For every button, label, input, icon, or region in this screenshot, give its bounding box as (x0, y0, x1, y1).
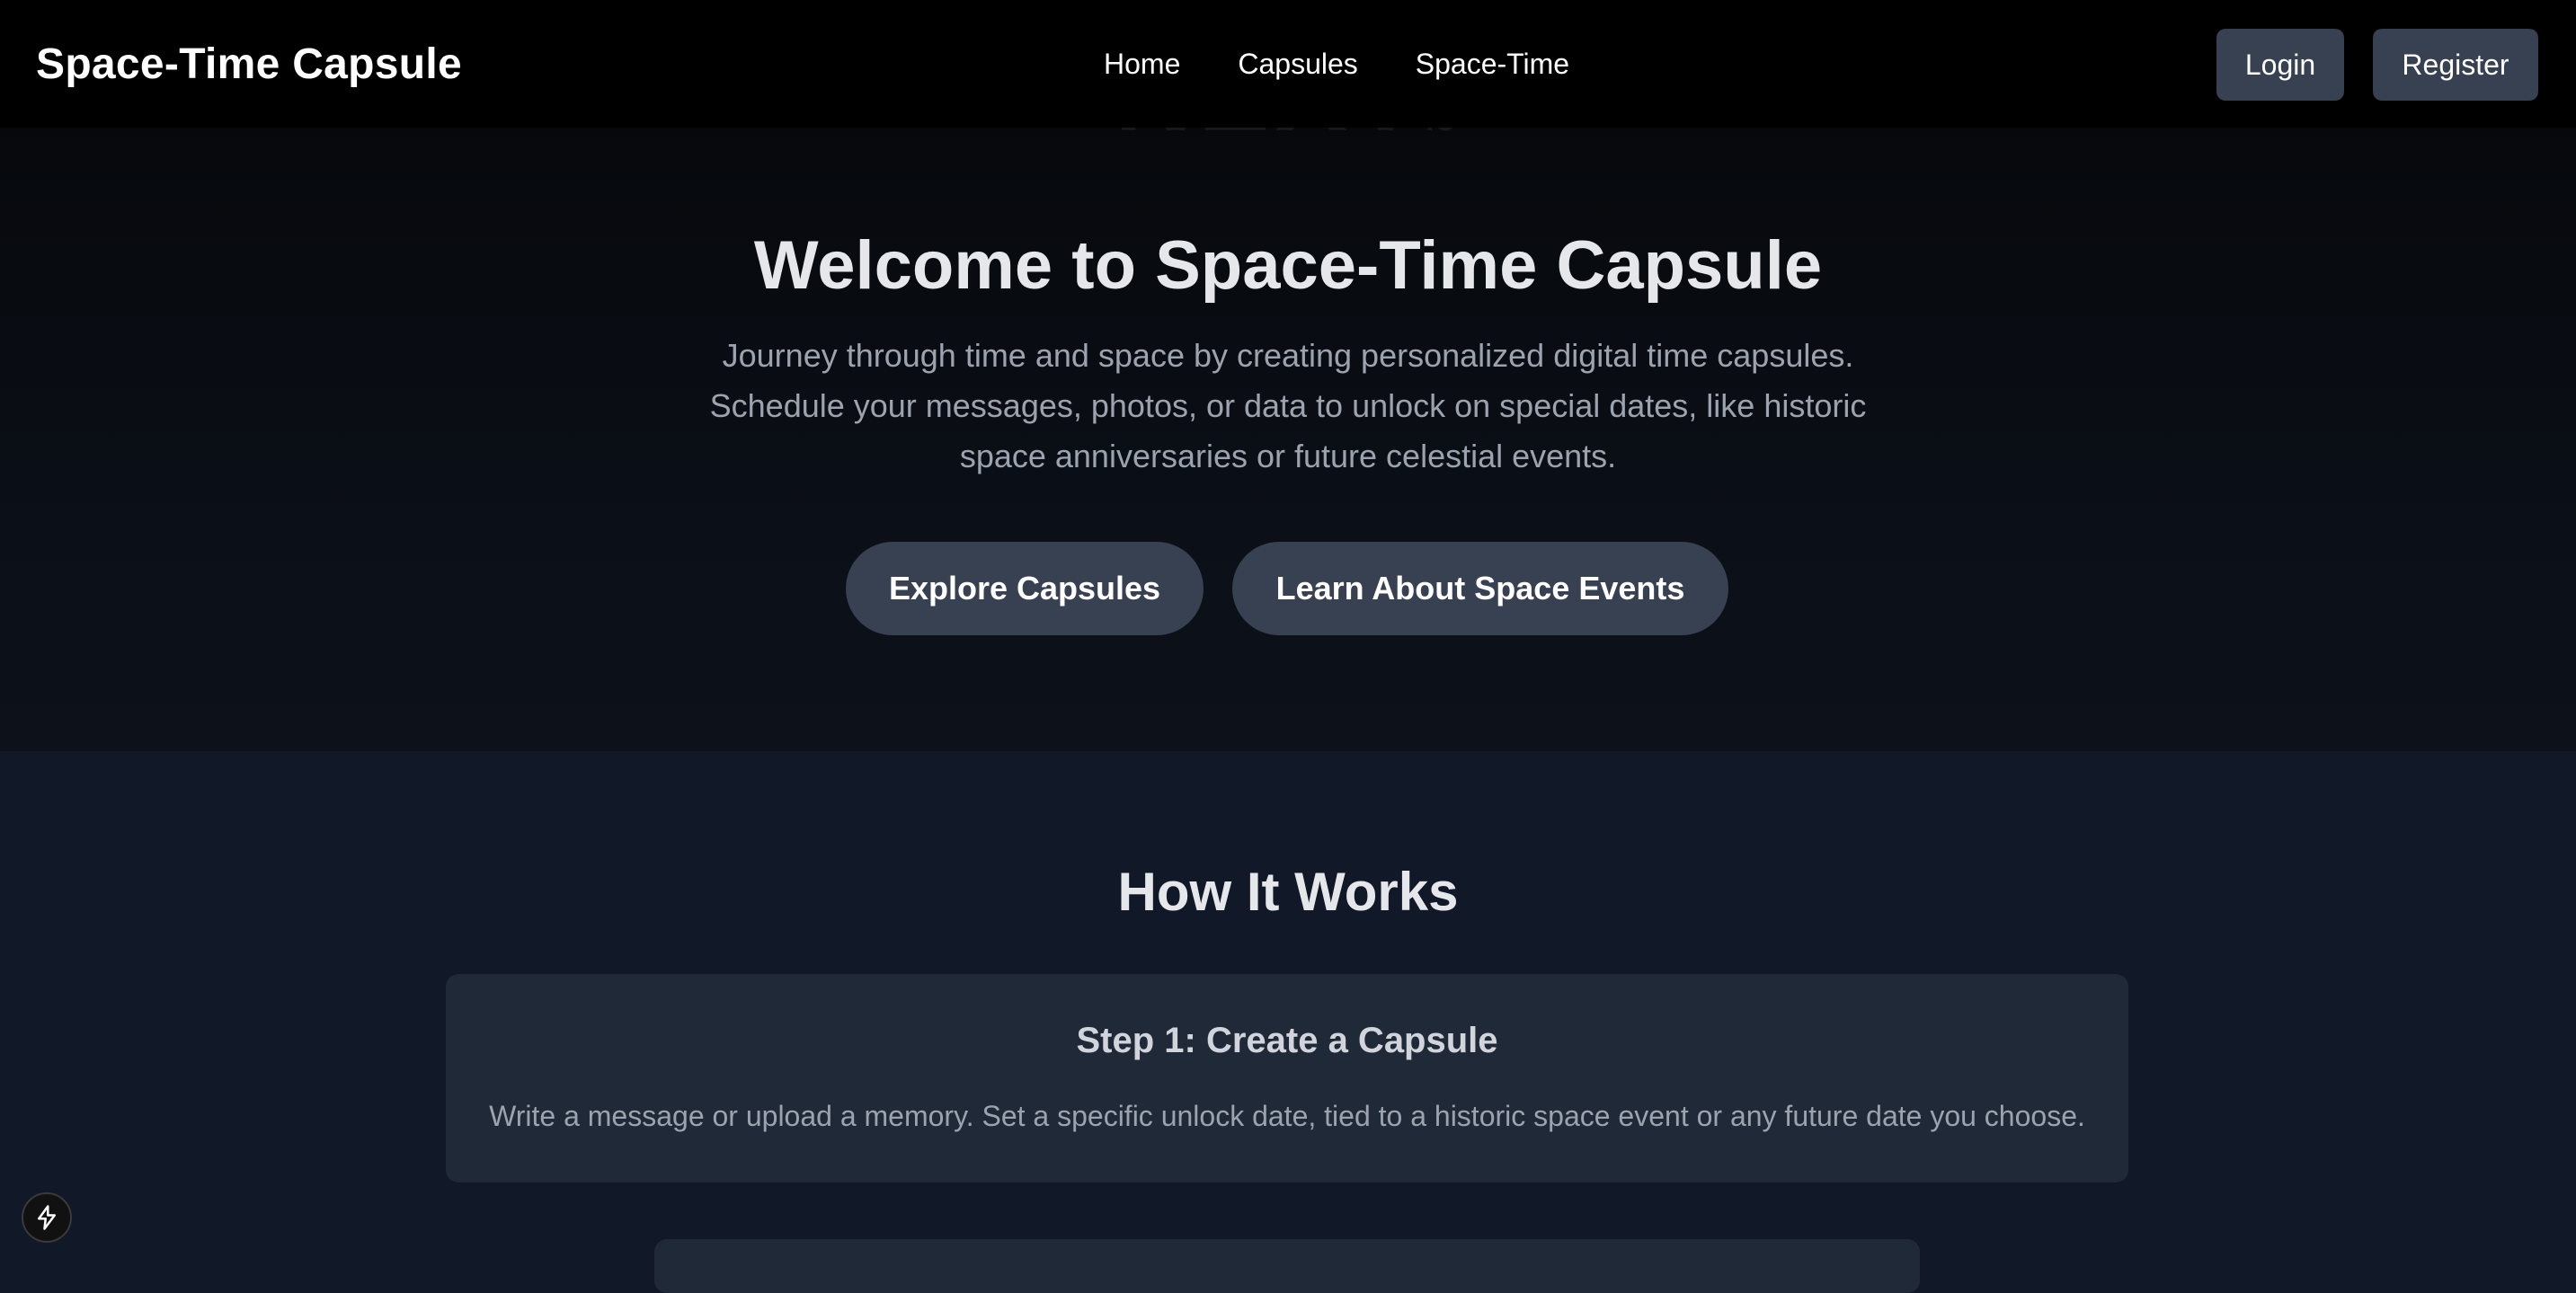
how-it-works-section: How It Works Step 1: Create a Capsule Wr… (0, 751, 2576, 1293)
step-title: Step 1: Create a Capsule (1076, 1021, 1498, 1060)
step-card: Step 1: Create a Capsule Write a message… (446, 974, 2128, 1182)
lightning-bolt-icon (33, 1204, 60, 1231)
auth-buttons: Login Register (2216, 29, 2538, 101)
login-button[interactable]: Login (2216, 29, 2344, 101)
nav-link-space-time[interactable]: Space-Time (1416, 48, 1569, 81)
learn-space-events-button[interactable]: Learn About Space Events (1232, 542, 1728, 635)
hero-cta-group: Explore Capsules Learn About Space Event… (846, 542, 1728, 635)
step-card-next (654, 1239, 1920, 1293)
dev-tools-badge[interactable] (22, 1192, 72, 1243)
explore-capsules-button[interactable]: Explore Capsules (846, 542, 1204, 635)
step-description: Write a message or upload a memory. Set … (489, 1100, 2085, 1132)
register-button[interactable]: Register (2373, 29, 2538, 101)
nav-link-home[interactable]: Home (1104, 48, 1180, 81)
hero-subtitle: Journey through time and space by creati… (709, 337, 1867, 474)
main-nav: Home Capsules Space-Time (1104, 0, 1569, 128)
brand-logo-text[interactable]: Space-Time Capsule (36, 0, 462, 128)
nav-link-capsules[interactable]: Capsules (1238, 48, 1357, 81)
hero-title: Welcome to Space-Time Capsule (753, 227, 1823, 304)
top-navbar: Space-Time Capsule Home Capsules Space-T… (0, 0, 2576, 128)
how-it-works-title: How It Works (1117, 862, 1459, 922)
